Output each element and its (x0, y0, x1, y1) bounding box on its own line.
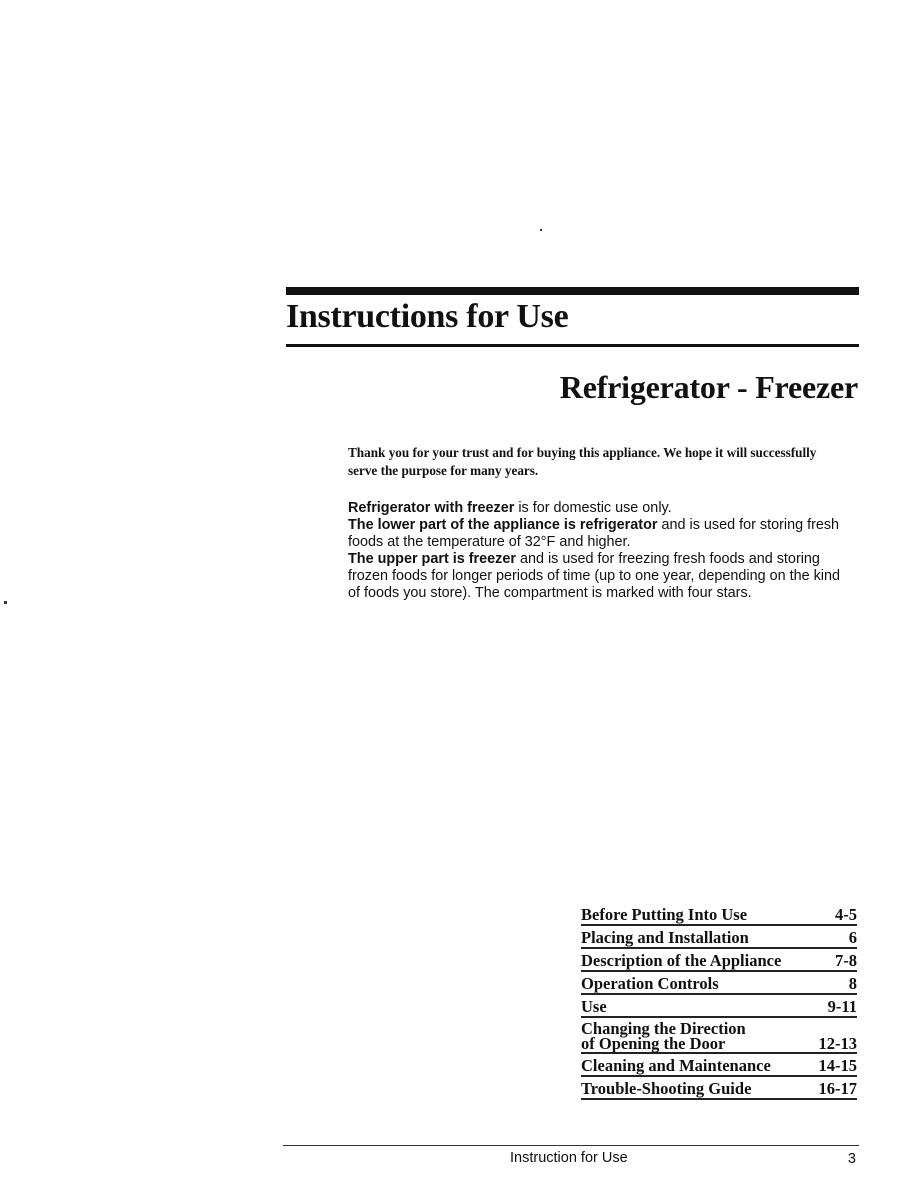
title-underline (286, 344, 859, 347)
intro-paragraph: Thank you for your trust and for buying … (348, 445, 817, 478)
toc-pages: 9-11 (827, 997, 857, 1016)
toc-entry[interactable]: Trouble-Shooting Guide 16-17 (581, 1077, 857, 1100)
toc-pages: 7-8 (835, 951, 857, 970)
table-of-contents: Before Putting Into Use 4-5 Placing and I… (581, 903, 857, 1100)
toc-pages: 12-13 (818, 1034, 858, 1053)
toc-entry[interactable]: Cleaning and Maintenance 14-15 (581, 1054, 857, 1077)
toc-pages: 8 (848, 974, 857, 993)
body-emphasis: Refrigerator with freezer (348, 500, 515, 516)
header-top-rule (286, 287, 859, 295)
toc-entry[interactable]: Changing the Direction of Opening the Do… (581, 1018, 857, 1054)
body-emphasis: The upper part is freezer (348, 551, 516, 567)
toc-entry[interactable]: Use 9-11 (581, 995, 857, 1018)
toc-label: Cleaning and Maintenance (581, 1056, 771, 1075)
scan-speck (540, 229, 542, 231)
toc-pages: 4-5 (835, 905, 857, 924)
page-number: 3 (847, 1151, 856, 1167)
toc-label: Changing the Direction of Opening the Do… (581, 1019, 746, 1053)
footer-rule (283, 1145, 859, 1146)
page-title: Instructions for Use (286, 298, 569, 335)
body-paragraph: Refrigerator with freezer is for domesti… (348, 500, 848, 517)
toc-label: Before Putting Into Use (581, 905, 748, 924)
toc-pages: 16-17 (818, 1079, 858, 1098)
toc-label: Description of the Appliance (581, 951, 782, 970)
toc-pages: 14-15 (818, 1056, 858, 1075)
toc-entry[interactable]: Operation Controls 8 (581, 972, 857, 995)
toc-entry[interactable]: Description of the Appliance 7-8 (581, 949, 857, 972)
body-emphasis: The lower part of the appliance is refri… (348, 517, 658, 533)
toc-entry[interactable]: Placing and Installation 6 (581, 926, 857, 949)
body-paragraph: The upper part is freezer and is used fo… (348, 551, 848, 602)
page-subtitle: Refrigerator - Freezer (559, 369, 858, 405)
toc-label: Placing and Installation (581, 928, 749, 947)
toc-label: Operation Controls (581, 974, 719, 993)
scan-speck (4, 601, 7, 604)
toc-pages: 6 (848, 928, 857, 947)
toc-entry[interactable]: Before Putting Into Use 4-5 (581, 903, 857, 926)
body-paragraph: The lower part of the appliance is refri… (348, 517, 848, 551)
toc-label: Use (581, 997, 607, 1016)
footer-title: Instruction for Use (510, 1150, 628, 1166)
body-text: Refrigerator with freezer is for domesti… (348, 500, 848, 602)
toc-label: Trouble-Shooting Guide (581, 1079, 752, 1098)
body-text-run: is for domestic use only. (514, 500, 672, 516)
